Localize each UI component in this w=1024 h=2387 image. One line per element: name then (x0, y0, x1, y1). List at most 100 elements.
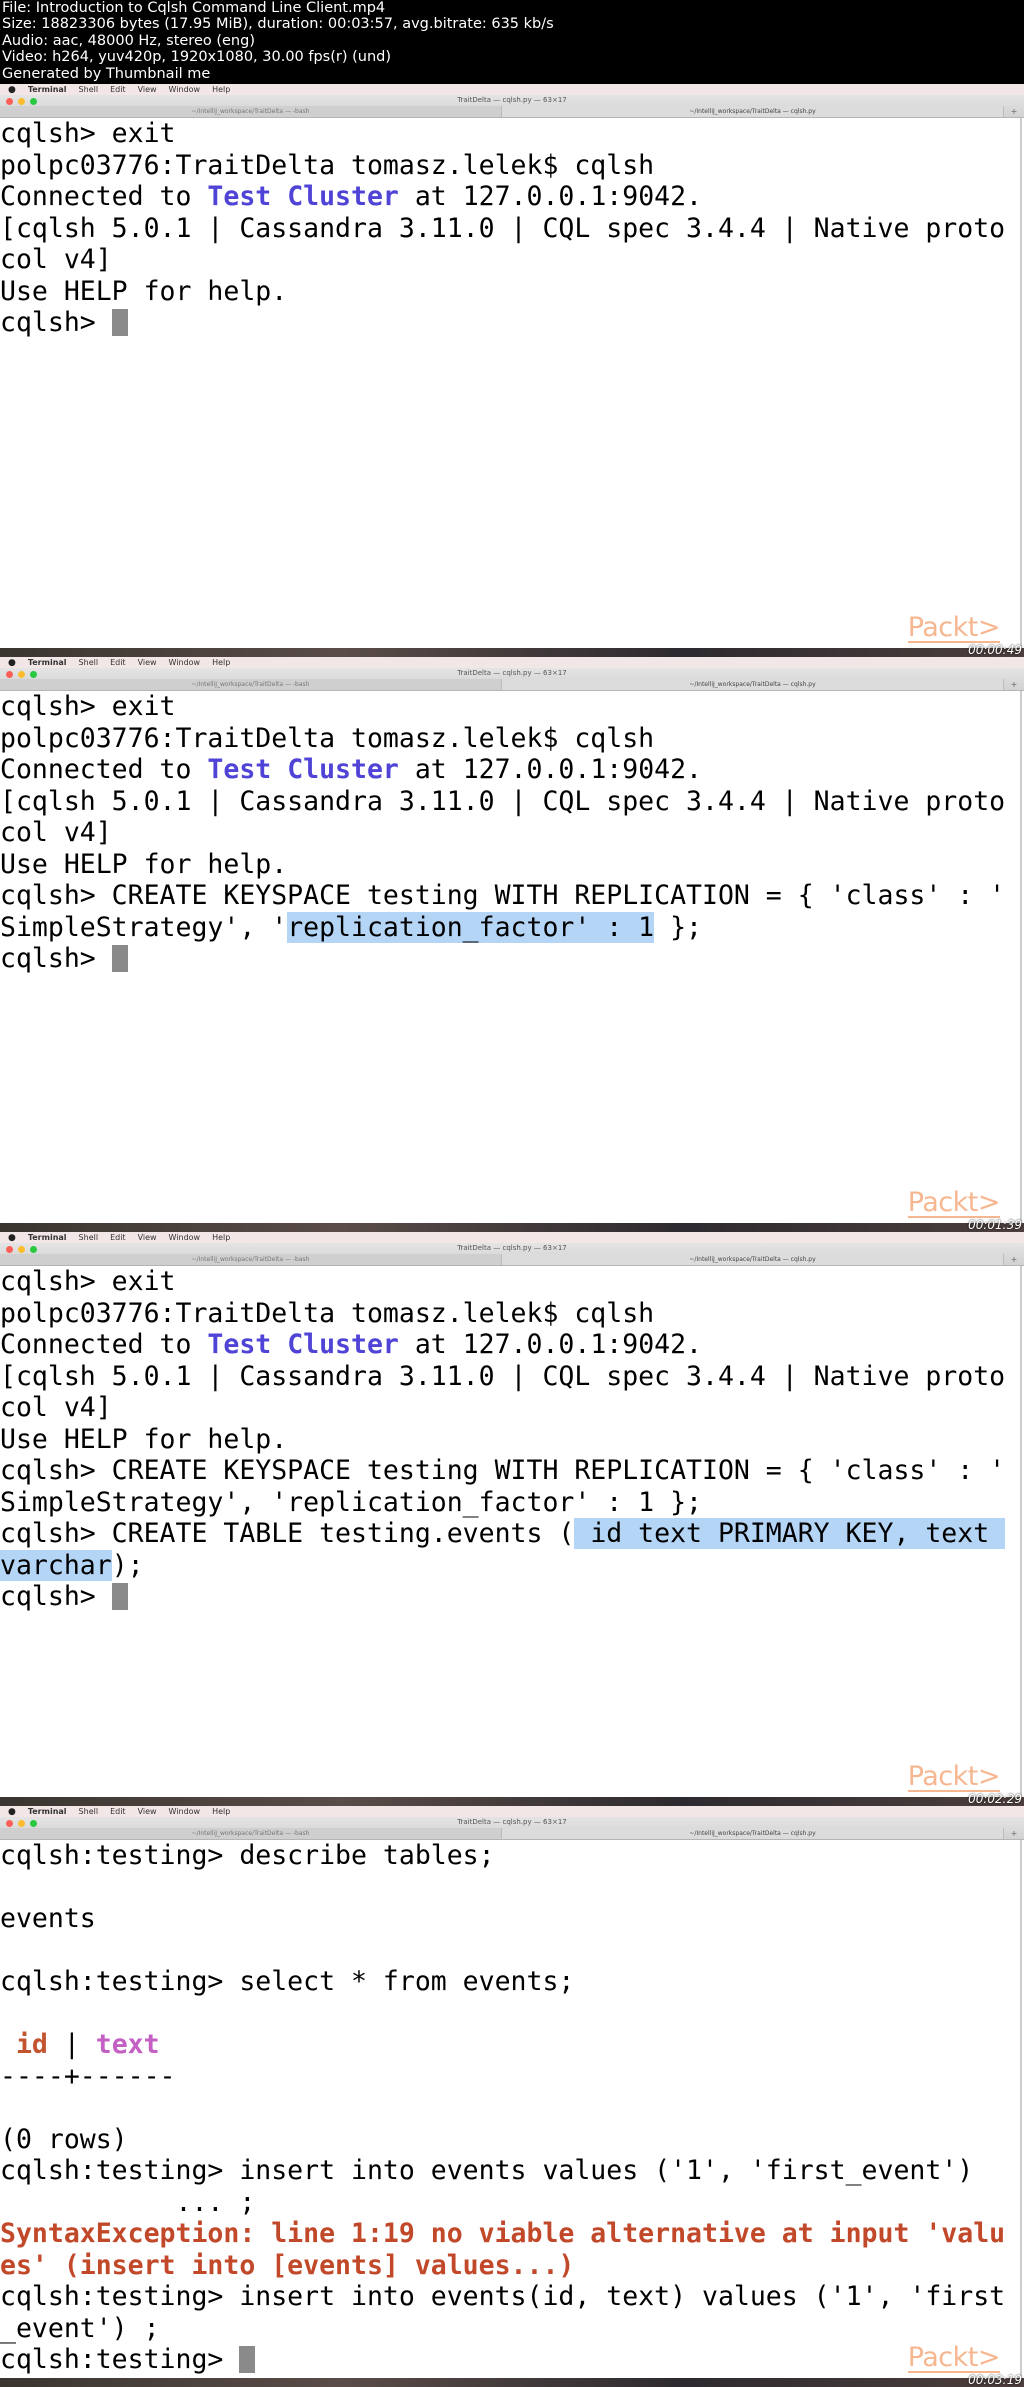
menu-terminal[interactable]: Terminal (28, 658, 67, 667)
menu-terminal[interactable]: Terminal (28, 1807, 67, 1816)
window-titlebar: TraitDelta — cqlsh.py — 63×17 ~/IntelliJ_… (0, 1243, 1024, 1266)
cursor-block (111, 945, 128, 972)
terminal-line: cqlsh> CREATE KEYSPACE testing WITH REPL… (0, 880, 1024, 912)
terminal-line: (0 rows) (0, 2124, 1024, 2156)
menu-window[interactable]: Window (169, 1233, 201, 1242)
menu-edit[interactable]: Edit (110, 658, 126, 667)
terminal-text: ----+------ (0, 2060, 176, 2092)
terminal-text: cqlsh:testing> select * from events; (0, 1966, 575, 1997)
menu-help[interactable]: Help (212, 1807, 230, 1816)
terminal-output[interactable]: cqlsh> exit polpc03776:TraitDelta tomasz.… (0, 1266, 1024, 1613)
tab-bash[interactable]: ~/IntelliJ_workspace/TraitDelta — -bash (0, 679, 502, 690)
tab-bash[interactable]: ~/IntelliJ_workspace/TraitDelta — -bash (0, 106, 502, 117)
menu-window[interactable]: Window (169, 658, 201, 667)
frame-timestamp: 00:00:49 (968, 643, 1022, 657)
menu-view[interactable]: View (138, 1807, 157, 1816)
terminal-line: [cqlsh 5.0.1 | Cassandra 3.11.0 | CQL sp… (0, 213, 1024, 245)
menu-window[interactable]: Window (169, 85, 201, 94)
apple-icon[interactable]: ● (8, 85, 16, 95)
apple-icon[interactable]: ● (8, 1233, 16, 1243)
menu-edit[interactable]: Edit (110, 1807, 126, 1816)
new-tab-button[interactable]: + (1004, 106, 1024, 117)
menu-window[interactable]: Window (169, 1807, 201, 1816)
window-title: TraitDelta — cqlsh.py — 63×17 (457, 1818, 567, 1826)
new-tab-button[interactable]: + (1004, 1828, 1024, 1839)
mac-menubar: ● Terminal Shell Edit View Window Help (0, 84, 1024, 95)
terminal-output[interactable]: cqlsh> exit polpc03776:TraitDelta tomasz.… (0, 118, 1024, 339)
mac-menubar: ● Terminal Shell Edit View Window Help (0, 1232, 1024, 1243)
packt-logo: Packt> (907, 1761, 1001, 1792)
menu-view[interactable]: View (138, 658, 157, 667)
column-header-text: text (95, 2029, 160, 2060)
terminal-text: ); (111, 1549, 144, 1581)
terminal-line: [cqlsh 5.0.1 | Cassandra 3.11.0 | CQL sp… (0, 786, 1024, 818)
new-tab-button[interactable]: + (1004, 679, 1024, 690)
packt-logo: Packt> (907, 612, 1001, 643)
info-size: Size: 18823306 bytes (17.95 MiB), durati… (2, 16, 554, 33)
menu-shell[interactable]: Shell (79, 1807, 99, 1816)
menu-help[interactable]: Help (212, 85, 230, 94)
scrollbar[interactable] (1020, 691, 1022, 1223)
terminal-line: polpc03776:TraitDelta tomasz.lelek$ cqls… (0, 1298, 1024, 1330)
dock-strip (0, 648, 1024, 657)
terminal-text: col v4] (0, 1392, 112, 1423)
menu-help[interactable]: Help (212, 1233, 230, 1242)
video-info-header: File: Introduction to Cqlsh Command Line… (2, 0, 1022, 84)
menu-shell[interactable]: Shell (79, 1233, 99, 1242)
cluster-name: Test Cluster (207, 181, 399, 212)
tab-cqlsh[interactable]: ~/IntelliJ_workspace/TraitDelta — cqlsh.… (502, 1254, 1004, 1265)
terminal-text: Connected to (0, 754, 208, 785)
frame-timestamp: 00:02:29 (968, 1792, 1022, 1806)
terminal-line: es' (insert into [events] values...) (0, 2250, 1024, 2282)
terminal-text: col v4] (0, 817, 112, 848)
terminal-line: cqlsh> (0, 943, 1024, 975)
menu-terminal[interactable]: Terminal (28, 1233, 67, 1242)
menu-terminal[interactable]: Terminal (28, 85, 67, 94)
terminal-text: }; (654, 911, 703, 943)
tab-cqlsh[interactable]: ~/IntelliJ_workspace/TraitDelta — cqlsh.… (502, 106, 1004, 117)
scrollbar[interactable] (1020, 1266, 1022, 1797)
menu-shell[interactable]: Shell (79, 658, 99, 667)
window-titlebar: TraitDelta — cqlsh.py — 63×17 ~/IntelliJ_… (0, 1817, 1024, 1840)
terminal-output[interactable]: cqlsh:testing> describe tables; events cql… (0, 1840, 1024, 2376)
mac-menubar: ● Terminal Shell Edit View Window Help (0, 657, 1024, 668)
cursor-block (111, 1583, 128, 1610)
menu-help[interactable]: Help (212, 658, 230, 667)
mac-menubar: ● Terminal Shell Edit View Window Help (0, 1806, 1024, 1817)
terminal-text: (0 rows) (0, 2123, 128, 2155)
apple-icon[interactable]: ● (8, 658, 16, 668)
terminal-line: cqlsh> CREATE TABLE testing.events ( id … (0, 1518, 1024, 1550)
menu-edit[interactable]: Edit (110, 1233, 126, 1242)
tab-bash[interactable]: ~/IntelliJ_workspace/TraitDelta — -bash (0, 1828, 502, 1839)
scrollbar[interactable] (1020, 1840, 1022, 2378)
menu-view[interactable]: View (138, 85, 157, 94)
new-tab-button[interactable]: + (1004, 1254, 1024, 1265)
terminal-line: col v4] (0, 1392, 1024, 1424)
menu-edit[interactable]: Edit (110, 85, 126, 94)
tab-cqlsh[interactable]: ~/IntelliJ_workspace/TraitDelta — cqlsh.… (502, 679, 1004, 690)
terminal-text: _event') ; (0, 2312, 160, 2344)
terminal-output[interactable]: cqlsh> exit polpc03776:TraitDelta tomasz.… (0, 691, 1024, 975)
scrollbar[interactable] (1020, 118, 1022, 648)
terminal-line: Connected to Test Cluster at 127.0.0.1:9… (0, 754, 1024, 786)
menu-shell[interactable]: Shell (79, 85, 99, 94)
terminal-frame: ● Terminal Shell Edit View Window Help TraitDel… (0, 1806, 1024, 2387)
terminal-text: cqlsh> exit (0, 691, 176, 722)
tab-bash[interactable]: ~/IntelliJ_workspace/TraitDelta — -bash (0, 1254, 502, 1265)
tab-cqlsh[interactable]: ~/IntelliJ_workspace/TraitDelta — cqlsh.… (502, 1828, 1004, 1839)
cursor-block (111, 309, 128, 336)
terminal-line: Use HELP for help. (0, 276, 1024, 308)
terminal-line: col v4] (0, 817, 1024, 849)
terminal-text: SimpleStrategy', 'replication_factor' : … (0, 1486, 702, 1518)
terminal-line: cqlsh:testing> describe tables; (0, 1840, 1024, 1872)
menu-view[interactable]: View (138, 1233, 157, 1242)
terminal-text: col v4] (0, 244, 112, 275)
apple-icon[interactable]: ● (8, 1807, 16, 1817)
terminal-line: Connected to Test Cluster at 127.0.0.1:9… (0, 181, 1024, 213)
terminal-line: cqlsh> exit (0, 118, 1024, 150)
terminal-line: ... ; (0, 2187, 1024, 2219)
terminal-line: polpc03776:TraitDelta tomasz.lelek$ cqls… (0, 150, 1024, 182)
dock-strip (0, 1223, 1024, 1232)
terminal-text: [cqlsh 5.0.1 | Cassandra 3.11.0 | CQL sp… (0, 1360, 1006, 1392)
